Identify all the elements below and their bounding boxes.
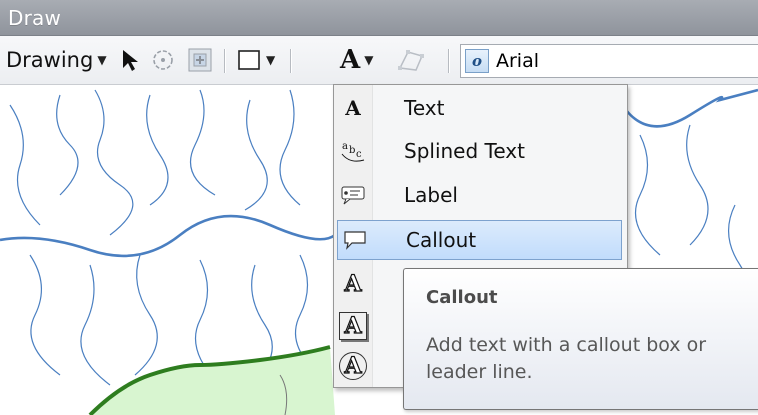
draw-toolbar: Drawing ▼ ▼ A ▼ o Arial bbox=[0, 36, 758, 85]
text-tool-button[interactable]: A ▼ bbox=[336, 36, 388, 84]
select-elements-icon bbox=[123, 50, 138, 71]
edit-vertices-button[interactable] bbox=[396, 36, 426, 84]
box-text-icon: A bbox=[339, 311, 367, 340]
edit-vertices-icon bbox=[398, 50, 424, 71]
chevron-down-icon: ▼ bbox=[266, 53, 276, 67]
label-icon bbox=[336, 184, 370, 206]
font-value: Arial bbox=[496, 50, 540, 72]
svg-text:c: c bbox=[356, 149, 362, 160]
menu-item-label: Callout bbox=[406, 228, 477, 252]
zoom-to-selected-button[interactable] bbox=[186, 36, 214, 84]
font-select[interactable]: o Arial bbox=[460, 44, 758, 78]
drawing-menu-label: Drawing bbox=[6, 48, 94, 72]
callout-icon bbox=[338, 229, 372, 251]
rectangle-icon bbox=[238, 50, 260, 70]
toolbar-separator bbox=[290, 49, 291, 73]
toolbar-separator bbox=[224, 49, 225, 73]
tooltip-title: Callout bbox=[426, 287, 498, 308]
svg-text:a: a bbox=[342, 141, 348, 152]
banner-text-icon: A bbox=[344, 270, 362, 297]
circle-text-icon: A bbox=[339, 351, 367, 380]
menu-item-label: Text bbox=[404, 95, 445, 120]
zoom-to-selected-icon bbox=[188, 48, 212, 72]
svg-text:b: b bbox=[349, 145, 355, 156]
rotate-icon bbox=[153, 50, 173, 70]
chevron-down-icon: ▼ bbox=[364, 53, 374, 67]
chevron-down-icon: ▼ bbox=[97, 53, 107, 67]
toolbar-separator bbox=[448, 49, 449, 73]
menu-item-label[interactable]: Label bbox=[336, 174, 623, 215]
splined-text-icon: a b c bbox=[336, 138, 370, 164]
callout-tooltip: Callout Add text with a callout box or l… bbox=[403, 268, 758, 410]
menu-item-splined-text[interactable]: a b c Splined Text bbox=[336, 130, 623, 171]
tooltip-body: Add text with a callout box or leader li… bbox=[426, 334, 707, 383]
menu-item-label: Splined Text bbox=[404, 138, 525, 163]
title-bar: Draw bbox=[0, 0, 758, 36]
text-icon: A bbox=[340, 45, 361, 75]
window-title: Draw bbox=[8, 6, 62, 30]
select-elements-button[interactable] bbox=[120, 36, 142, 84]
menu-item-text[interactable]: A Text bbox=[336, 87, 623, 128]
drawing-menu-button[interactable]: Drawing ▼ bbox=[6, 36, 107, 84]
menu-item-label: Label bbox=[404, 182, 458, 207]
text-A-icon: A bbox=[345, 95, 361, 120]
menu-item-callout[interactable]: Callout bbox=[337, 220, 622, 260]
rectangle-tool-button[interactable]: ▼ bbox=[236, 36, 275, 84]
rotate-button[interactable] bbox=[150, 36, 176, 84]
font-icon: o bbox=[465, 49, 489, 73]
